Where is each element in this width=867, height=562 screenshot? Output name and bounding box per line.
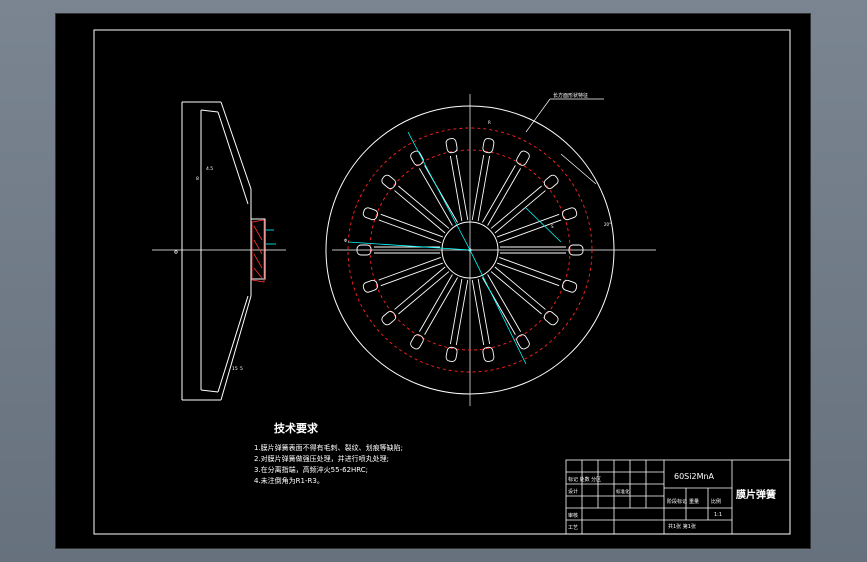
scale-label: 比例 [711, 498, 721, 505]
finger-slot [449, 154, 469, 222]
dim-label-right-small: S [551, 224, 554, 229]
finger-window [516, 334, 530, 350]
finger-window [410, 150, 424, 166]
material: 60Si2MnA [674, 472, 715, 481]
part-name: 膜片弹簧 [736, 488, 776, 501]
requirement-2: 2.对膜片弹簧做强压处理，并进行喷丸处理; [254, 454, 389, 463]
finger-window [482, 138, 495, 154]
finger-window [561, 279, 578, 293]
drawing-canvas: 4.5 8 Φ 15 5 Φ R S 20° 长方面形状特征 技术要求 1.膜片… [93, 29, 791, 535]
title-row-2: 审核 [568, 512, 578, 519]
section-mark-4: 5 [240, 366, 243, 372]
finger-window [362, 207, 379, 221]
sheet-info: 共1张 第1张 [668, 523, 696, 530]
cyan-dim-3 [469, 249, 527, 365]
drawing-sheet: 4.5 8 Φ 15 5 Φ R S 20° 长方面形状特征 技术要求 1.膜片… [56, 14, 810, 548]
angle-dim-line [560, 153, 597, 185]
requirement-1: 1.膜片弹簧表面不得有毛刺、裂纹、划痕等缺陷; [254, 443, 403, 452]
finger-slot [471, 278, 491, 346]
scale-value: 1:1 [714, 512, 722, 518]
standard-label: 标准化 [616, 488, 630, 495]
finger-slot [497, 257, 562, 287]
finger-window [362, 279, 379, 293]
requirements-heading: 技术要求 [274, 421, 319, 435]
finger-slot [378, 257, 443, 287]
cyan-dim-2 [347, 241, 471, 251]
leader-note: 长方面形状特征 [553, 92, 588, 99]
finger-window [516, 150, 530, 166]
dim-label-top: R [488, 120, 491, 125]
section-mark-2: 8 [196, 176, 199, 182]
finger-window [543, 310, 559, 326]
finger-slot [378, 213, 443, 243]
leader-line [525, 98, 551, 133]
finger-window [445, 138, 458, 154]
finger-window [482, 346, 495, 362]
requirement-3: 3.在分离指端，高频淬火55-62HRC; [254, 465, 368, 474]
stage-label: 阶段标记 [667, 498, 687, 505]
title-row-0: 标记 处数 分区 [568, 476, 601, 483]
finger-window [543, 174, 559, 190]
title-row-1: 设计 [568, 488, 578, 495]
side-hatch [251, 219, 265, 283]
finger-window [445, 346, 458, 362]
inner-border [93, 29, 791, 535]
dim-label-left: Φ [174, 250, 178, 256]
cyan-dim-1 [407, 131, 471, 251]
section-mark-1: 4.5 [206, 166, 213, 172]
weight-label: 重量 [689, 498, 699, 505]
requirement-4: 4.未注倒角为R1-R3。 [254, 476, 324, 485]
finger-window [381, 310, 397, 326]
finger-window [410, 334, 424, 350]
finger-slot [471, 154, 491, 222]
title-row-3: 工艺 [568, 525, 578, 531]
finger-window [381, 174, 397, 190]
cyan-dim-4 [525, 207, 562, 243]
finger-window [561, 207, 578, 221]
section-mark-3: 15 [232, 366, 238, 372]
dim-label-b1: Φ [344, 238, 347, 243]
side-section-view [181, 101, 266, 401]
cad-viewport: 4.5 8 Φ 15 5 Φ R S 20° 长方面形状特征 技术要求 1.膜片… [0, 0, 867, 562]
cyan-dims [347, 131, 562, 365]
dim-label-angle: 20° [604, 222, 611, 227]
finger-slot [449, 278, 469, 346]
